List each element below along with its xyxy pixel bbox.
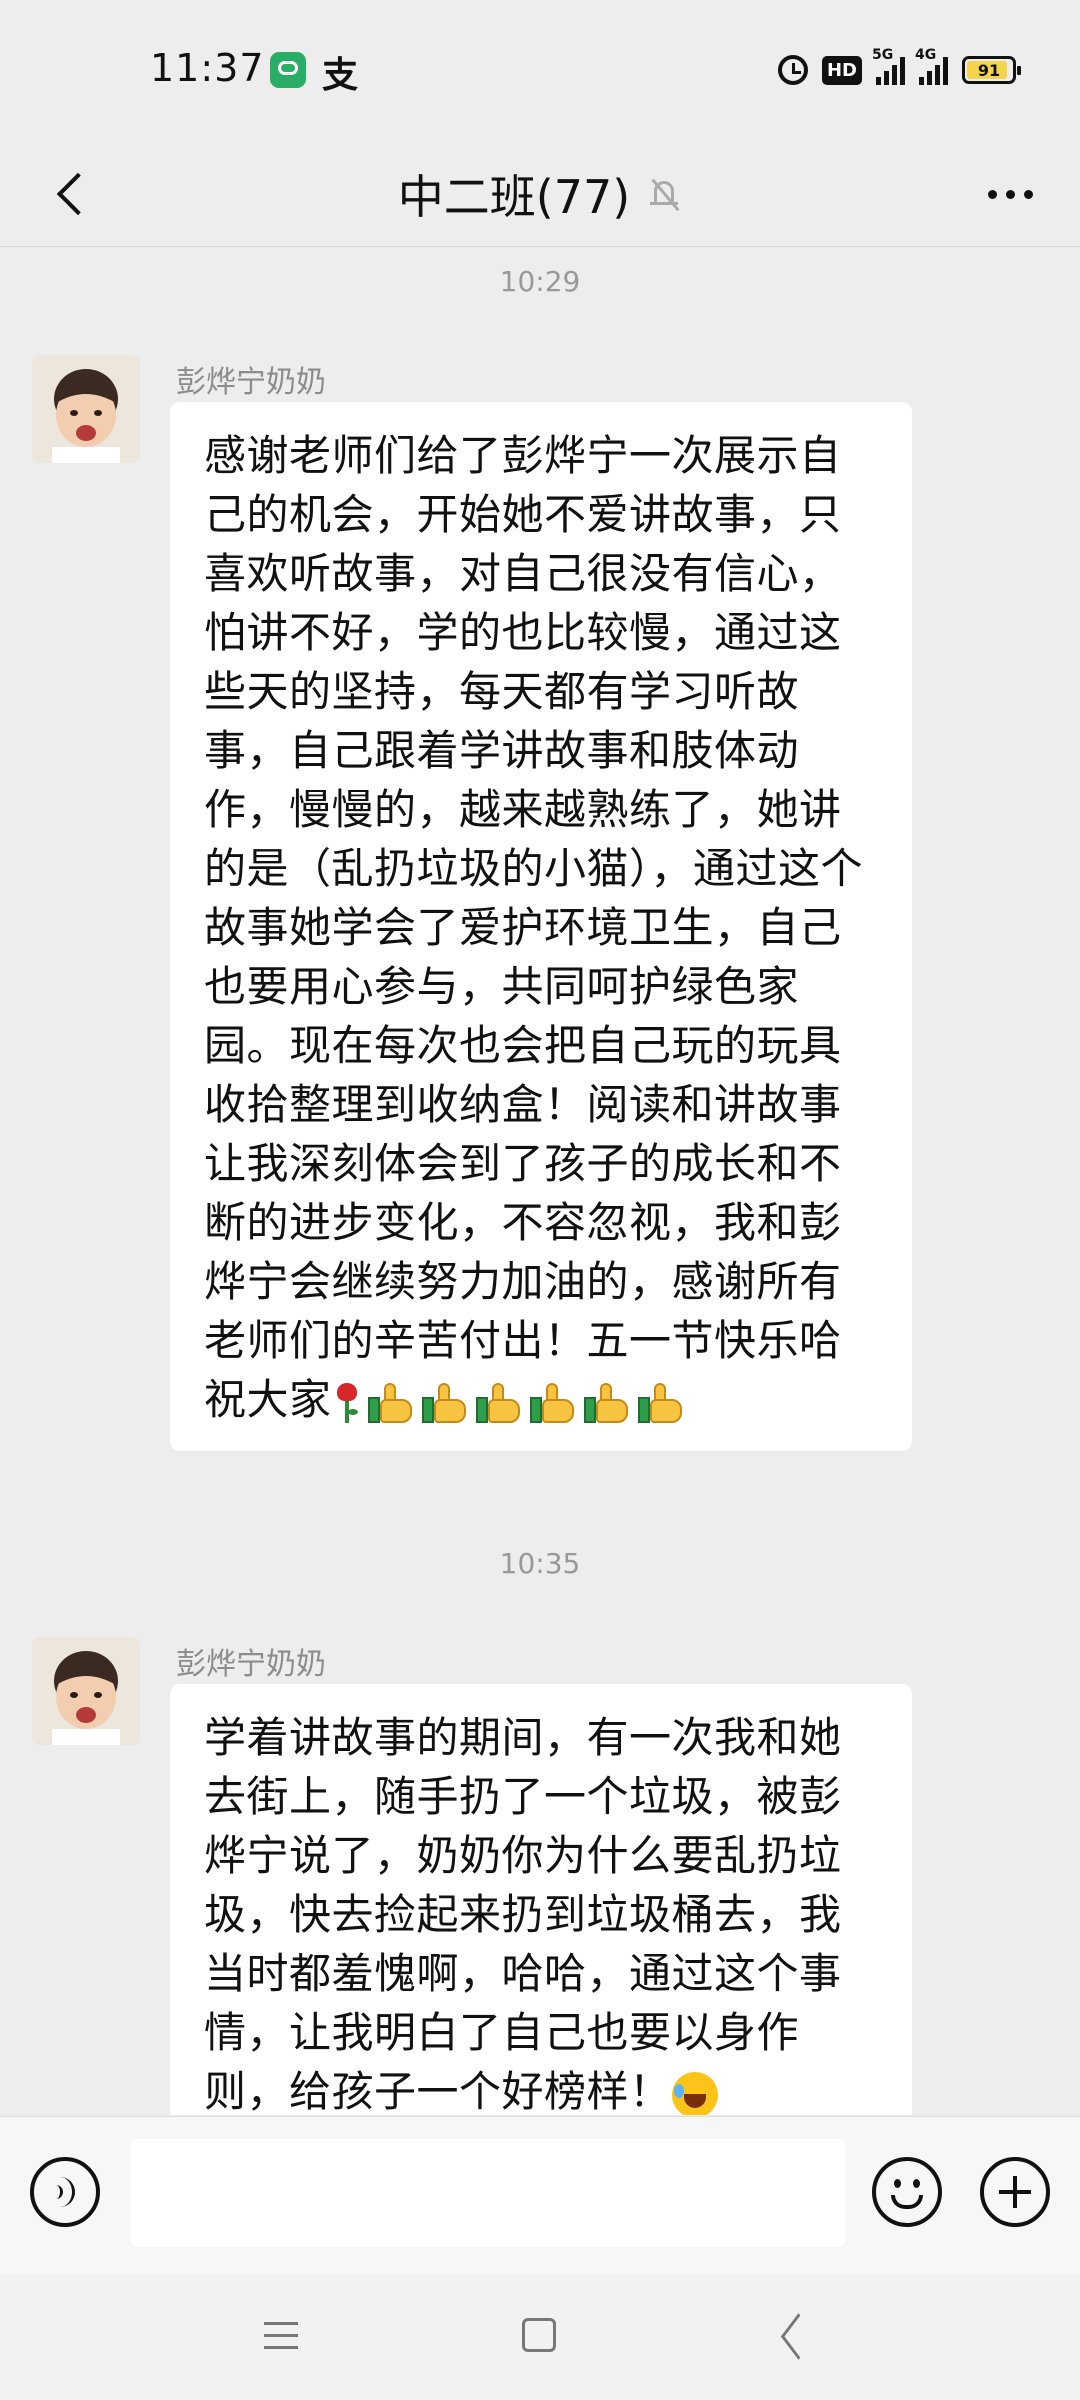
battery-level: 91 bbox=[977, 60, 1001, 80]
more-button[interactable] bbox=[980, 168, 1040, 220]
chat-header: 中二班(77) bbox=[0, 142, 1080, 247]
message-text: 感谢老师们给了彭烨宁一次展示自己的机会，开始她不爱讲故事，只喜欢听故事，对自己很… bbox=[204, 431, 864, 1424]
smiley-icon[interactable] bbox=[872, 2157, 942, 2227]
chat-title[interactable]: 中二班(77) bbox=[398, 161, 630, 227]
hd-voice-icon: HD bbox=[821, 55, 862, 85]
thumbs-up-emoji-icon bbox=[637, 1382, 686, 1423]
signal-5g-icon: 5G bbox=[872, 47, 905, 85]
emoji-row bbox=[332, 1381, 686, 1425]
thumbs-up-emoji-icon bbox=[421, 1382, 470, 1423]
sender-name: 彭烨宁奶奶 bbox=[176, 1647, 326, 1682]
timestamp: 10:29 bbox=[499, 265, 581, 298]
chat-messages[interactable]: 10:29 彭烨宁奶奶 感谢老师们给了彭烨宁一次展示自己的机会，开始她不爱讲故事… bbox=[0, 247, 1080, 2115]
thumbs-up-emoji-icon bbox=[367, 1382, 416, 1423]
laughing-crying-emoji-icon bbox=[671, 2071, 718, 2115]
title-wrap: 中二班(77) bbox=[0, 142, 1080, 246]
back-triangle-icon[interactable] bbox=[778, 2318, 814, 2354]
sender-name: 彭烨宁奶奶 bbox=[176, 365, 326, 400]
message-bubble[interactable]: 学着讲故事的期间，有一次我和她去街上，随手扔了一个垃圾，被彭烨宁说了，奶奶你为什… bbox=[170, 1684, 912, 2115]
message-text: 学着讲故事的期间，有一次我和她去街上，随手扔了一个垃圾，被彭烨宁说了，奶奶你为什… bbox=[204, 1713, 842, 2115]
battery-icon: 91 bbox=[962, 56, 1021, 84]
alarm-icon bbox=[777, 55, 808, 85]
voice-icon[interactable] bbox=[30, 2157, 100, 2227]
message-bubble[interactable]: 感谢老师们给了彭烨宁一次展示自己的机会，开始她不爱讲故事，只喜欢听故事，对自己很… bbox=[170, 402, 912, 1451]
signal-4g-label: 4G bbox=[915, 47, 937, 63]
rose-emoji-icon bbox=[332, 1381, 362, 1425]
home-square-icon[interactable] bbox=[522, 2318, 556, 2352]
avatar[interactable] bbox=[32, 1637, 140, 1745]
input-bar bbox=[0, 2116, 1080, 2275]
status-bar: 11:37 支 HD 5G 4G 91 bbox=[0, 0, 1080, 142]
alipay-notification-icon: 支 bbox=[322, 55, 359, 96]
message-input[interactable] bbox=[130, 2139, 846, 2247]
bell-off-icon bbox=[648, 177, 682, 212]
avatar[interactable] bbox=[32, 355, 140, 463]
menu-icon[interactable] bbox=[262, 2316, 302, 2356]
wechat-notification-icon bbox=[270, 52, 306, 88]
status-time: 11:37 bbox=[150, 46, 265, 90]
thumbs-up-emoji-icon bbox=[529, 1382, 578, 1423]
thumbs-up-emoji-icon bbox=[583, 1382, 632, 1423]
plus-circle-icon[interactable] bbox=[980, 2157, 1050, 2227]
thumbs-up-emoji-icon bbox=[475, 1382, 524, 1423]
signal-4g-icon: 4G bbox=[915, 47, 948, 85]
signal-5g-label: 5G bbox=[872, 47, 894, 63]
status-icons: HD 5G 4G 91 bbox=[777, 47, 1021, 92]
system-navigation-bar bbox=[0, 2274, 1080, 2400]
timestamp: 10:35 bbox=[499, 1547, 581, 1580]
